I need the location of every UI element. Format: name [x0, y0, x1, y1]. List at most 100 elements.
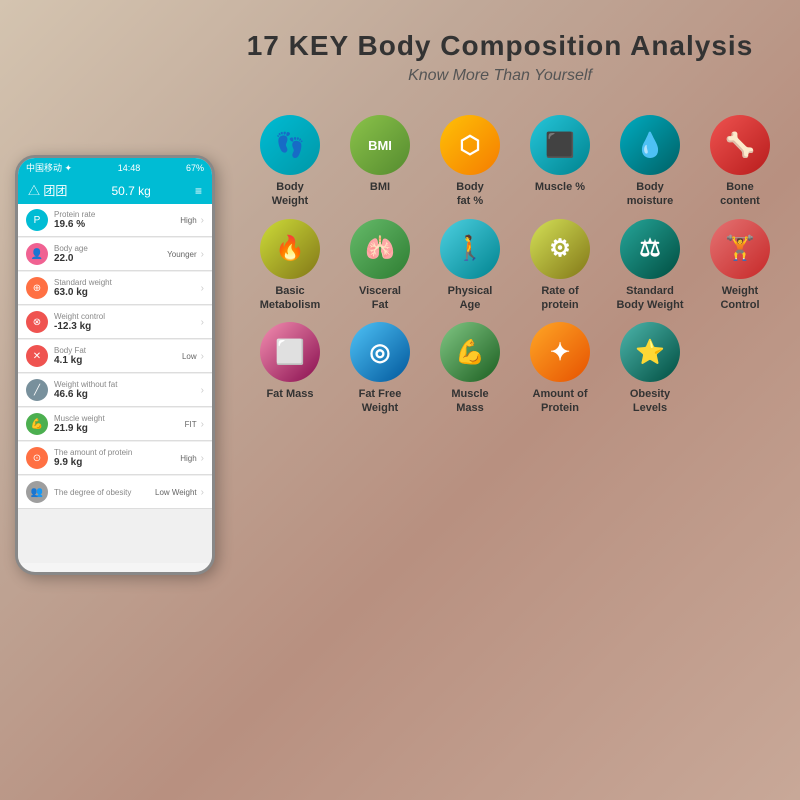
phone-row[interactable]: 💪Muscle weight21.9 kgFIT›: [18, 408, 212, 441]
phone-row-value: 21.9 kg: [54, 423, 185, 434]
phone-row-status: Younger: [167, 250, 197, 259]
icon-item-obesity-levels: ⭐ ObesityLevels: [610, 322, 690, 416]
phone-row-content: The degree of obesity: [54, 488, 155, 497]
icon-label-bone-content: Bonecontent: [720, 180, 760, 209]
phone-row-icon: ⊕: [26, 277, 48, 299]
icon-circle-obesity-levels: ⭐: [620, 322, 680, 382]
icon-item-basic-metabolism: 🔥 BasicMetabolism: [250, 219, 330, 313]
phone-row-label: Weight control: [54, 312, 197, 321]
icon-item-visceral-fat: 🫁 VisceralFat: [340, 219, 420, 313]
icon-label-physical-age: PhysicalAge: [448, 284, 493, 313]
time: 14:48: [118, 163, 141, 173]
phone-row-content: Weight control-12.3 kg: [54, 312, 197, 332]
icon-label-basic-metabolism: BasicMetabolism: [260, 284, 321, 313]
phone-row-icon: 👥: [26, 481, 48, 503]
phone-row[interactable]: PProtein rate19.6 %High›: [18, 204, 212, 237]
phone-row-icon: ╱: [26, 379, 48, 401]
phone-row-content: Body age22.0: [54, 244, 167, 264]
icon-label-fat-mass: Fat Mass: [266, 387, 313, 401]
icon-label-body-weight: BodyWeight: [272, 180, 308, 209]
icon-circle-rate-protein: ⚙: [530, 219, 590, 279]
phone-row-value: 22.0: [54, 253, 167, 264]
phone-row[interactable]: ╱ Weight without fat46.6 kg ›: [18, 374, 212, 407]
phone-row[interactable]: ⊕Standard weight63.0 kg›: [18, 272, 212, 305]
icon-label-visceral-fat: VisceralFat: [359, 284, 401, 313]
phone-row-content: Body Fat4.1 kg: [54, 346, 182, 366]
icon-circle-basic-metabolism: 🔥: [260, 219, 320, 279]
phone-row-status: Low Weight: [155, 488, 197, 497]
phone-row[interactable]: ✕Body Fat4.1 kgLow›: [18, 340, 212, 373]
icon-item-standard-weight: ⚖ StandardBody Weight: [610, 219, 690, 313]
phone-user: △ 团团: [28, 182, 67, 199]
phone-row-icon: ⊙: [26, 447, 48, 469]
icon-item-muscle-mass: 💪MuscleMass: [430, 322, 510, 416]
icon-circle-physical-age: 🚶: [440, 219, 500, 279]
icon-label-amount-protein: Amount ofProtein: [533, 387, 588, 416]
main-title: 17 KEY Body Composition Analysis: [200, 30, 800, 62]
phone-header: △ 团团 50.7 kg ≡: [18, 177, 212, 204]
phone-mockup: 中国移动 ✦ 14:48 67% △ 团团 50.7 kg ≡ PProtein…: [15, 155, 215, 575]
icon-label-standard-weight: StandardBody Weight: [616, 284, 683, 313]
phone-row[interactable]: ⊗Weight control-12.3 kg›: [18, 306, 212, 339]
sub-title: Know More Than Yourself: [200, 67, 800, 85]
phone-row-label: Protein rate: [54, 210, 180, 219]
phone-row-value: 63.0 kg: [54, 287, 197, 298]
icon-label-body-fat: Bodyfat %: [456, 180, 484, 209]
phone-row-value: 19.6 %: [54, 219, 180, 230]
icon-label-muscle-pct: Muscle %: [535, 180, 585, 194]
icon-circle-body-weight: 👣: [260, 115, 320, 175]
phone-row-icon: P: [26, 209, 48, 231]
phone-row-content: Protein rate19.6 %: [54, 210, 180, 230]
phone-row-label: Muscle weight: [54, 414, 185, 423]
phone-row-value: 9.9 kg: [54, 457, 180, 468]
phone-row[interactable]: ⊙ The amount of protein9.9 kgHigh ›: [18, 442, 212, 475]
carrier: 中国移动 ✦: [26, 161, 72, 174]
phone-menu-icon[interactable]: ≡: [195, 184, 202, 198]
icon-circle-fat-free-weight: ◎: [350, 322, 410, 382]
phone-row-arrow: ›: [201, 487, 204, 498]
icon-circle-weight-control: 🏋: [710, 219, 770, 279]
phone-row-label: Standard weight: [54, 278, 197, 287]
phone-row-arrow: ›: [201, 385, 204, 396]
phone-row-content: Weight without fat46.6 kg: [54, 380, 197, 400]
icon-label-bmi: BMI: [370, 180, 390, 194]
phone-row[interactable]: 👤Body age22.0Younger›: [18, 238, 212, 271]
phone-row-status: FIT: [185, 420, 197, 429]
phone-row-status: High: [180, 454, 196, 463]
phone-row[interactable]: 👥 The degree of obesityLow Weight ›: [18, 476, 212, 509]
phone-row-status: Low: [182, 352, 197, 361]
phone-row-status: High: [180, 216, 196, 225]
icon-label-weight-control: WeightControl: [720, 284, 759, 313]
phone-row-label: Body age: [54, 244, 167, 253]
icon-label-rate-protein: Rate ofprotein: [541, 284, 578, 313]
icon-item-body-fat: ⬡ Bodyfat %: [430, 115, 510, 209]
phone-row-icon: ✕: [26, 345, 48, 367]
phone-row-icon: 👤: [26, 243, 48, 265]
title-section: 17 KEY Body Composition Analysis Know Mo…: [200, 0, 800, 85]
icon-circle-body-moisture: 💧: [620, 115, 680, 175]
icon-item-muscle-pct: ⬛Muscle %: [520, 115, 600, 209]
icon-circle-bone-content: 🦴: [710, 115, 770, 175]
icon-circle-visceral-fat: 🫁: [350, 219, 410, 279]
icon-item-weight-control: 🏋 WeightControl: [700, 219, 780, 313]
phone-row-icon: 💪: [26, 413, 48, 435]
phone-row-arrow: ›: [201, 453, 204, 464]
icon-label-obesity-levels: ObesityLevels: [630, 387, 670, 416]
icon-circle-body-fat: ⬡: [440, 115, 500, 175]
content-wrapper: 17 KEY Body Composition Analysis Know Mo…: [0, 0, 800, 800]
phone-row-label: The amount of protein: [54, 448, 180, 457]
phone-row-value: 4.1 kg: [54, 355, 182, 366]
phone-row-value: -12.3 kg: [54, 321, 197, 332]
icon-item-amount-protein: ✦ Amount ofProtein: [520, 322, 600, 416]
icon-circle-muscle-mass: 💪: [440, 322, 500, 382]
phone-row-content: The amount of protein9.9 kg: [54, 448, 180, 468]
icon-circle-amount-protein: ✦: [530, 322, 590, 382]
phone-row-icon: ⊗: [26, 311, 48, 333]
icon-circle-bmi: BMI: [350, 115, 410, 175]
icon-circle-standard-weight: ⚖: [620, 219, 680, 279]
icon-item-bmi: BMI BMI: [340, 115, 420, 209]
icon-label-fat-free-weight: Fat FreeWeight: [359, 387, 402, 416]
phone-row-content: Standard weight63.0 kg: [54, 278, 197, 298]
icon-label-body-moisture: Bodymoisture: [627, 180, 673, 209]
icon-item-body-weight: 👣 BodyWeight: [250, 115, 330, 209]
